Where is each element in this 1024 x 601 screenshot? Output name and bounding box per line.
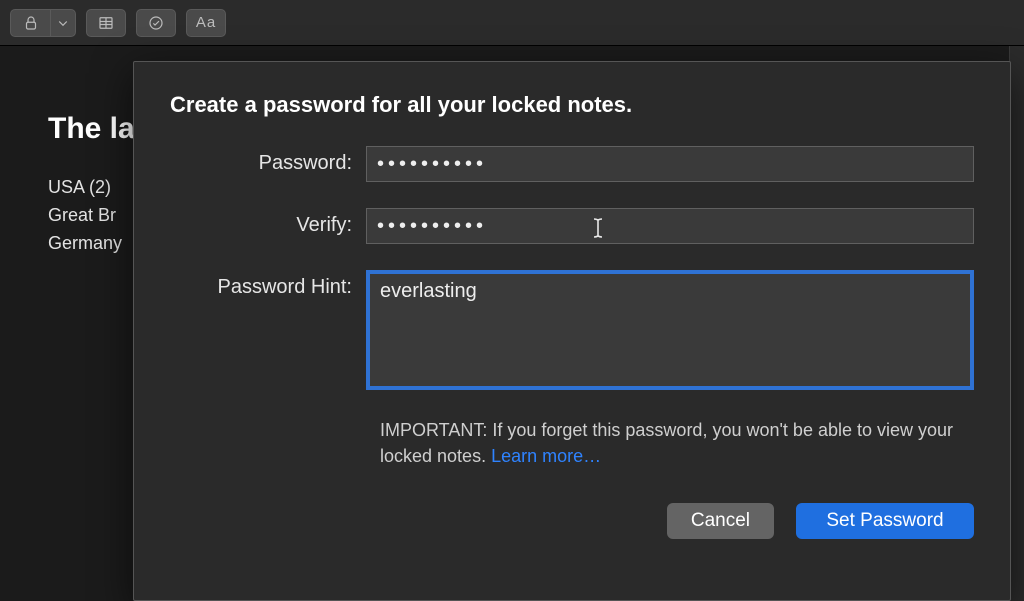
scrollbar[interactable] [1009, 46, 1024, 601]
hint-label: Password Hint: [170, 270, 366, 299]
lock-icon [22, 14, 40, 32]
cancel-button[interactable]: Cancel [667, 503, 774, 539]
note-line: USA (2) [48, 174, 135, 202]
set-password-button[interactable]: Set Password [796, 503, 974, 539]
format-text-icon: Aa [196, 14, 216, 31]
toolbar: Aa [0, 0, 1024, 46]
dialog-title: Create a password for all your locked no… [170, 92, 974, 118]
table-button[interactable] [86, 9, 126, 37]
check-circle-icon [147, 14, 165, 32]
password-dialog: Create a password for all your locked no… [133, 61, 1011, 601]
note-line: Germany [48, 230, 135, 258]
note-title: The la [48, 112, 135, 146]
chevron-down-icon [54, 14, 72, 32]
lock-menu-button[interactable] [50, 9, 76, 37]
format-button[interactable]: Aa [186, 9, 226, 37]
lock-button[interactable] [10, 9, 50, 37]
verify-label: Verify: [170, 208, 366, 237]
learn-more-link[interactable]: Learn more… [491, 446, 601, 466]
note-area: 26 The la USA (2) Great Br Germany Creat… [0, 46, 1024, 601]
verify-field[interactable] [366, 208, 974, 244]
important-text: IMPORTANT: If you forget this password, … [380, 420, 953, 466]
note-line: Great Br [48, 202, 135, 230]
checklist-button[interactable] [136, 9, 176, 37]
password-field[interactable] [366, 146, 974, 182]
important-notice: IMPORTANT: If you forget this password, … [380, 417, 970, 469]
lock-group [10, 9, 76, 37]
table-icon [97, 14, 115, 32]
hint-field[interactable] [366, 270, 974, 390]
password-label: Password: [170, 146, 366, 175]
